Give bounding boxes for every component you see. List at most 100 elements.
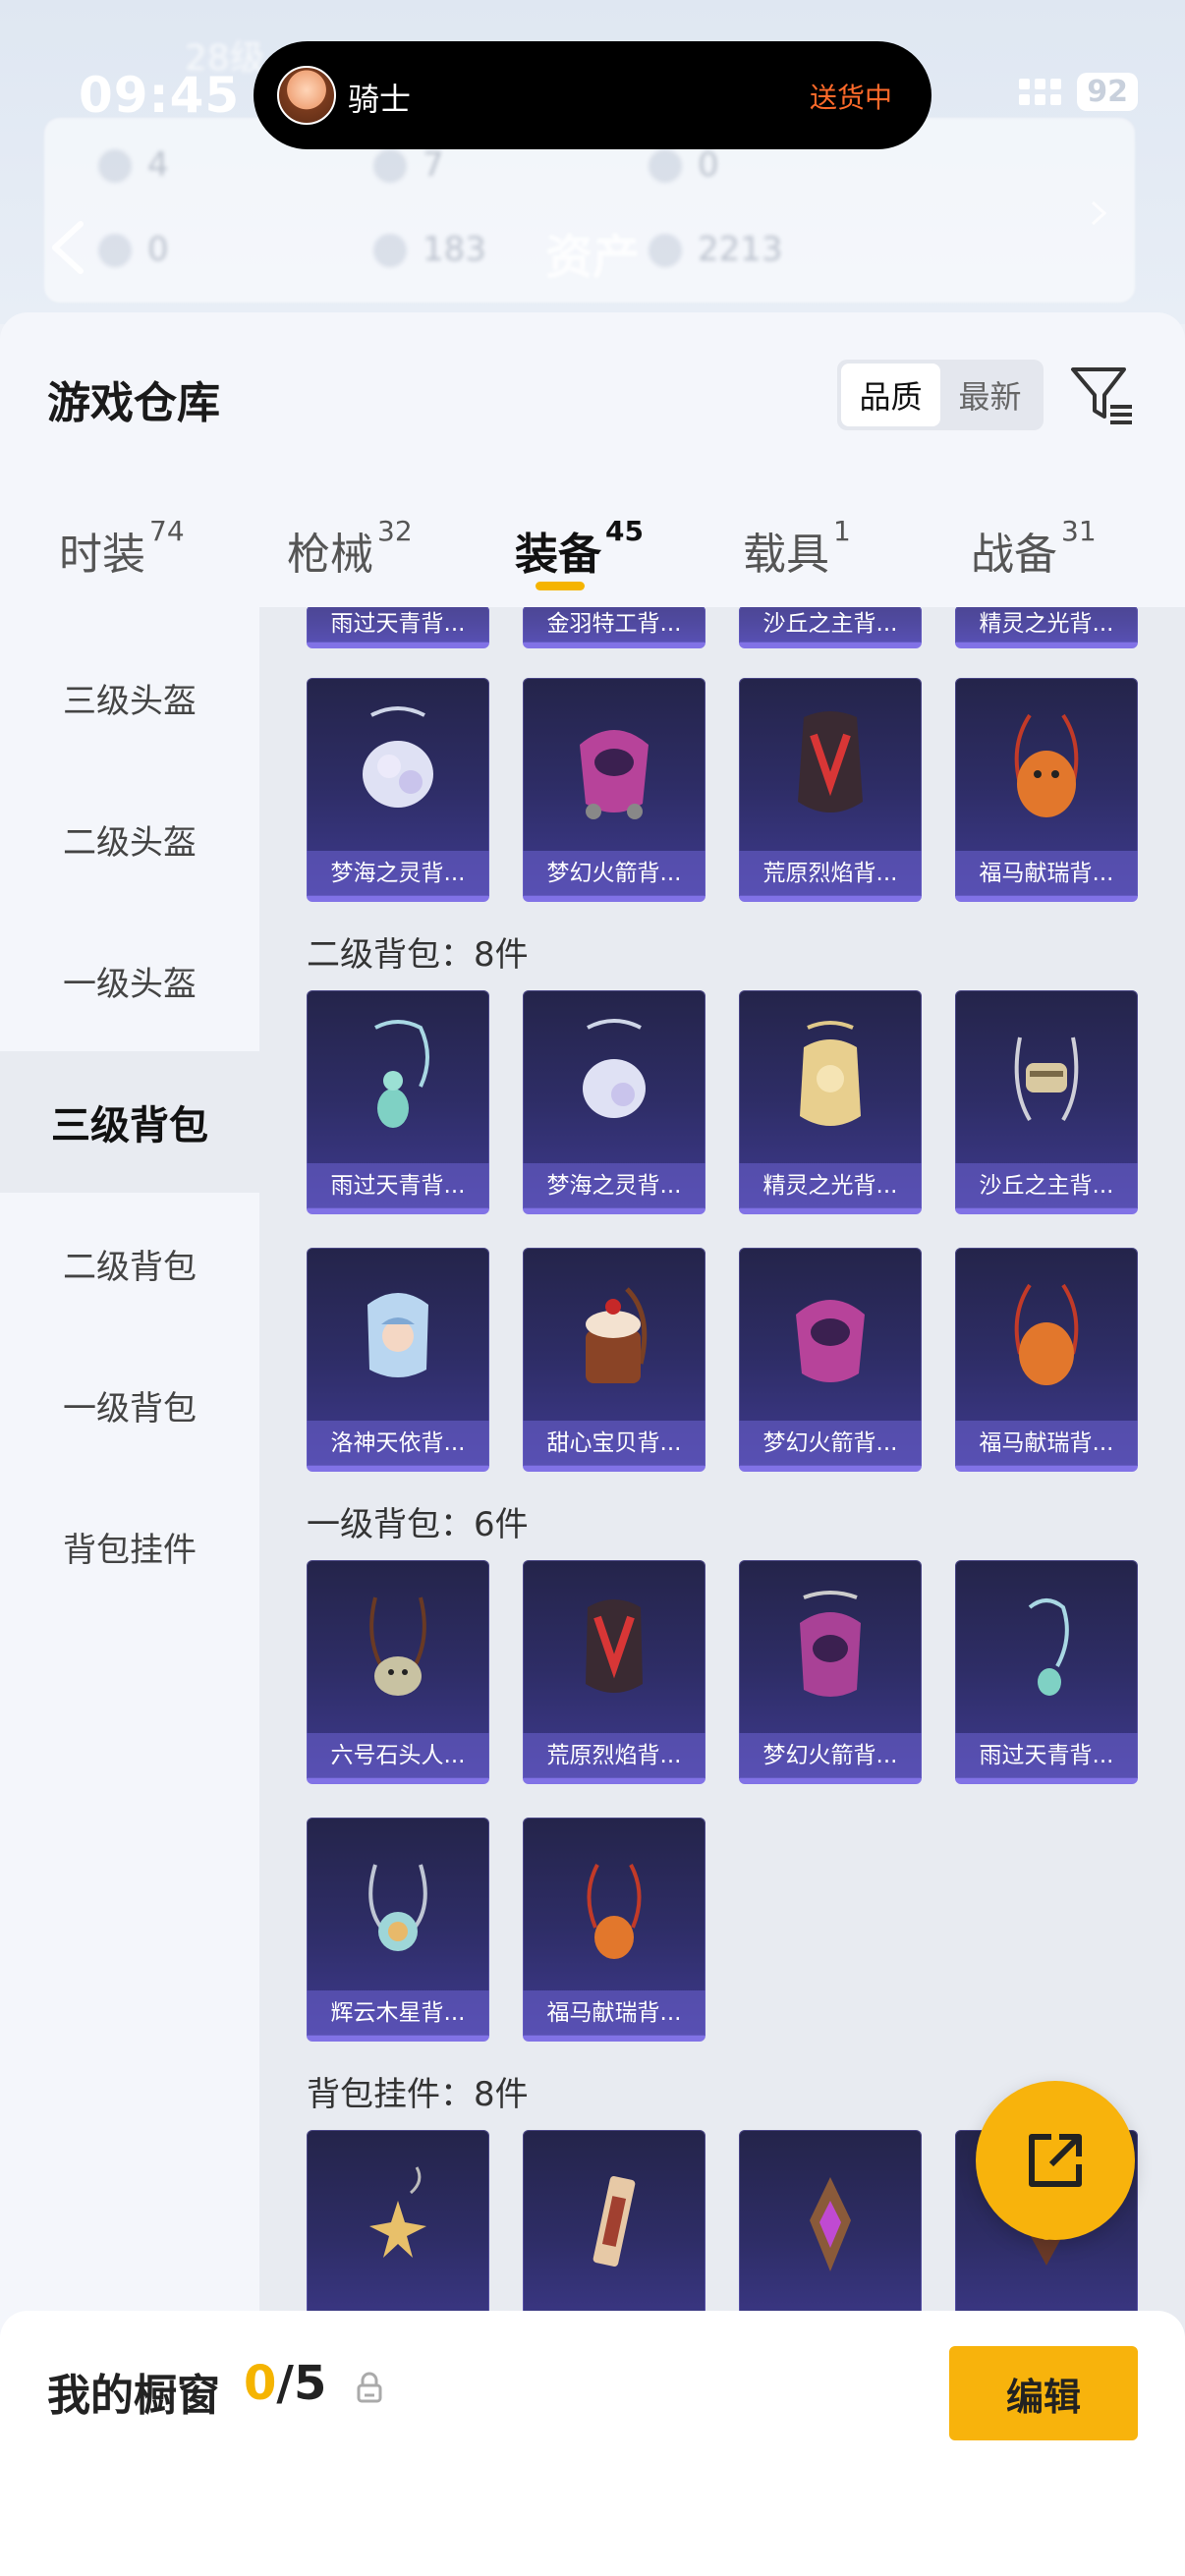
rocket-backpack-icon	[580, 730, 649, 819]
edit-button[interactable]: 编辑	[949, 2346, 1138, 2440]
signal-icon	[1019, 79, 1062, 105]
dune-backpack-icon	[1014, 1036, 1079, 1122]
item-card[interactable]: 甜心宝贝背...	[523, 1248, 705, 1472]
item-name: 福马献瑞背...	[955, 1421, 1138, 1466]
item-name: 荒原烈焰背...	[523, 1733, 705, 1778]
item-card[interactable]: 荒原烈焰背...	[523, 1560, 705, 1784]
item-name: 洛神天依背...	[307, 1421, 489, 1466]
flame-backpack-icon	[798, 711, 863, 812]
item-card[interactable]: 洛神天依背...	[307, 1248, 489, 1472]
blurred-icon	[373, 149, 407, 183]
tab-fashion[interactable]: 时装 74	[59, 515, 185, 582]
blurred-stat: 183	[423, 230, 486, 269]
item-card[interactable]: 梦海之灵背...	[307, 678, 489, 902]
item-name: 梦幻火箭背...	[523, 851, 705, 896]
blurred-stat: 0	[698, 145, 719, 185]
item-card[interactable]: 沙丘之主背...	[955, 990, 1138, 1214]
item-name: 梦海之灵背...	[523, 1163, 705, 1208]
blurred-stat: 2213	[698, 230, 783, 269]
item-card[interactable]: 梦幻火箭背...	[523, 678, 705, 902]
tag-pendant-icon	[592, 2176, 636, 2267]
luo-tianyi-backpack-icon	[367, 1293, 428, 1377]
stone-backpack-icon	[369, 1596, 426, 1696]
blurred-stat: 4	[147, 145, 169, 185]
sheet-title: 游戏仓库	[47, 378, 220, 428]
item-card[interactable]: 精灵之光背...	[955, 607, 1138, 648]
item-card[interactable]: 雨过天青背...	[307, 607, 489, 648]
item-card[interactable]: 沙丘之主背...	[739, 607, 922, 648]
star-pendant-icon	[369, 2166, 426, 2258]
dynamic-island[interactable]: 骑士 送货中	[254, 41, 931, 149]
item-card[interactable]: 福马献瑞背...	[955, 678, 1138, 902]
gourd-backpack-icon	[1028, 1598, 1069, 1696]
blurred-icon	[373, 234, 407, 267]
item-card[interactable]: 雨过天青背...	[307, 990, 489, 1214]
item-card[interactable]	[523, 2130, 705, 2336]
crystal-pendant-icon	[810, 2177, 851, 2271]
lock-icon	[357, 2372, 382, 2403]
jupiter-backpack-icon	[368, 1864, 427, 1951]
item-card[interactable]: 福马献瑞背...	[955, 1248, 1138, 1472]
tab-guns[interactable]: 枪械 32	[287, 515, 413, 582]
item-name: 六号石头人...	[307, 1733, 489, 1778]
status-icons: 92	[1019, 73, 1138, 111]
sidebar-item-backpack-2[interactable]: 二级背包	[0, 1193, 259, 1334]
sidebar-item-pendant[interactable]: 背包挂件	[0, 1476, 259, 1617]
warehouse-sheet: 游戏仓库 品质 最新 时装 74 枪械 32 装备 45 载具 1 战备 31 三级头盔 …	[0, 312, 1185, 2576]
item-card[interactable]: 雨过天青背...	[955, 1560, 1138, 1784]
sidebar-item-backpack-1[interactable]: 一级背包	[0, 1334, 259, 1476]
item-card[interactable]: 福马献瑞背...	[523, 1818, 705, 2042]
back-arrow-icon[interactable]	[45, 218, 90, 277]
item-name: 梦幻火箭背...	[739, 1421, 922, 1466]
sort-latest[interactable]: 最新	[940, 364, 1040, 426]
gourd-backpack-icon	[374, 1020, 429, 1128]
island-status: 送货中	[809, 82, 892, 114]
sort-quality[interactable]: 品质	[841, 364, 940, 426]
sidebar-item-helmet-2[interactable]: 二级头盔	[0, 768, 259, 910]
blurred-icon	[649, 234, 682, 267]
item-card[interactable]: 六号石头人...	[307, 1560, 489, 1784]
chevron-right-icon	[1091, 200, 1107, 226]
horse-backpack-icon	[1014, 713, 1079, 817]
section-title-backpack-2: 二级背包：8件	[307, 935, 529, 975]
item-card[interactable]	[739, 2130, 922, 2336]
shell-backpack-icon	[363, 706, 433, 808]
sidebar: 三级头盔 二级头盔 一级头盔 三级背包 二级背包 一级背包 背包挂件	[0, 607, 259, 2576]
tab-equipment[interactable]: 装备 45	[515, 515, 644, 582]
filter-icon[interactable]	[1069, 364, 1136, 426]
horse-backpack-icon	[1014, 1283, 1079, 1385]
item-name: 沙丘之主背...	[955, 1163, 1138, 1208]
item-name: 甜心宝贝背...	[523, 1421, 705, 1466]
share-button[interactable]	[976, 2081, 1135, 2240]
flame-backpack-icon	[586, 1599, 643, 1693]
blurred-stat: 0	[147, 230, 169, 269]
showcase-count: 0/5	[244, 2356, 327, 2411]
battery-indicator: 92	[1077, 73, 1138, 111]
item-name: 福马献瑞背...	[523, 1990, 705, 2036]
external-link-icon	[1029, 2134, 1082, 2187]
tab-vehicles[interactable]: 载具 1	[743, 515, 851, 582]
item-card[interactable]: 荒原烈焰背...	[739, 678, 922, 902]
item-card[interactable]: 金羽特工背...	[523, 607, 705, 648]
item-name: 荒原烈焰背...	[739, 851, 922, 896]
item-card[interactable]: 精灵之光背...	[739, 990, 922, 1214]
item-name: 辉云木星背...	[307, 1990, 489, 2036]
tab-combat[interactable]: 战备 31	[971, 515, 1097, 582]
item-card[interactable]: 梦海之灵背...	[523, 990, 705, 1214]
item-name: 精灵之光背...	[739, 1163, 922, 1208]
rocket-backpack-icon	[800, 1591, 861, 1697]
category-tabs: 时装 74 枪械 32 装备 45 载具 1 战备 31	[0, 499, 1185, 607]
showcase-bar: 我的橱窗 0/5 编辑	[0, 2311, 1185, 2576]
item-card[interactable]: 梦幻火箭背...	[739, 1248, 922, 1472]
section-title-backpack-1: 一级背包：6件	[307, 1505, 529, 1544]
blurred-stat: 7	[423, 145, 444, 185]
sidebar-item-helmet-3[interactable]: 三级头盔	[0, 627, 259, 768]
sidebar-item-backpack-3[interactable]: 三级背包	[0, 1051, 259, 1193]
item-name: 福马献瑞背...	[955, 851, 1138, 896]
item-card[interactable]	[307, 2130, 489, 2336]
sidebar-item-helmet-1[interactable]: 一级头盔	[0, 910, 259, 1051]
item-card[interactable]: 辉云木星背...	[307, 1818, 489, 2042]
item-card[interactable]: 梦幻火箭背...	[739, 1560, 922, 1784]
dessert-backpack-icon	[586, 1287, 648, 1383]
elf-backpack-icon	[800, 1021, 861, 1126]
